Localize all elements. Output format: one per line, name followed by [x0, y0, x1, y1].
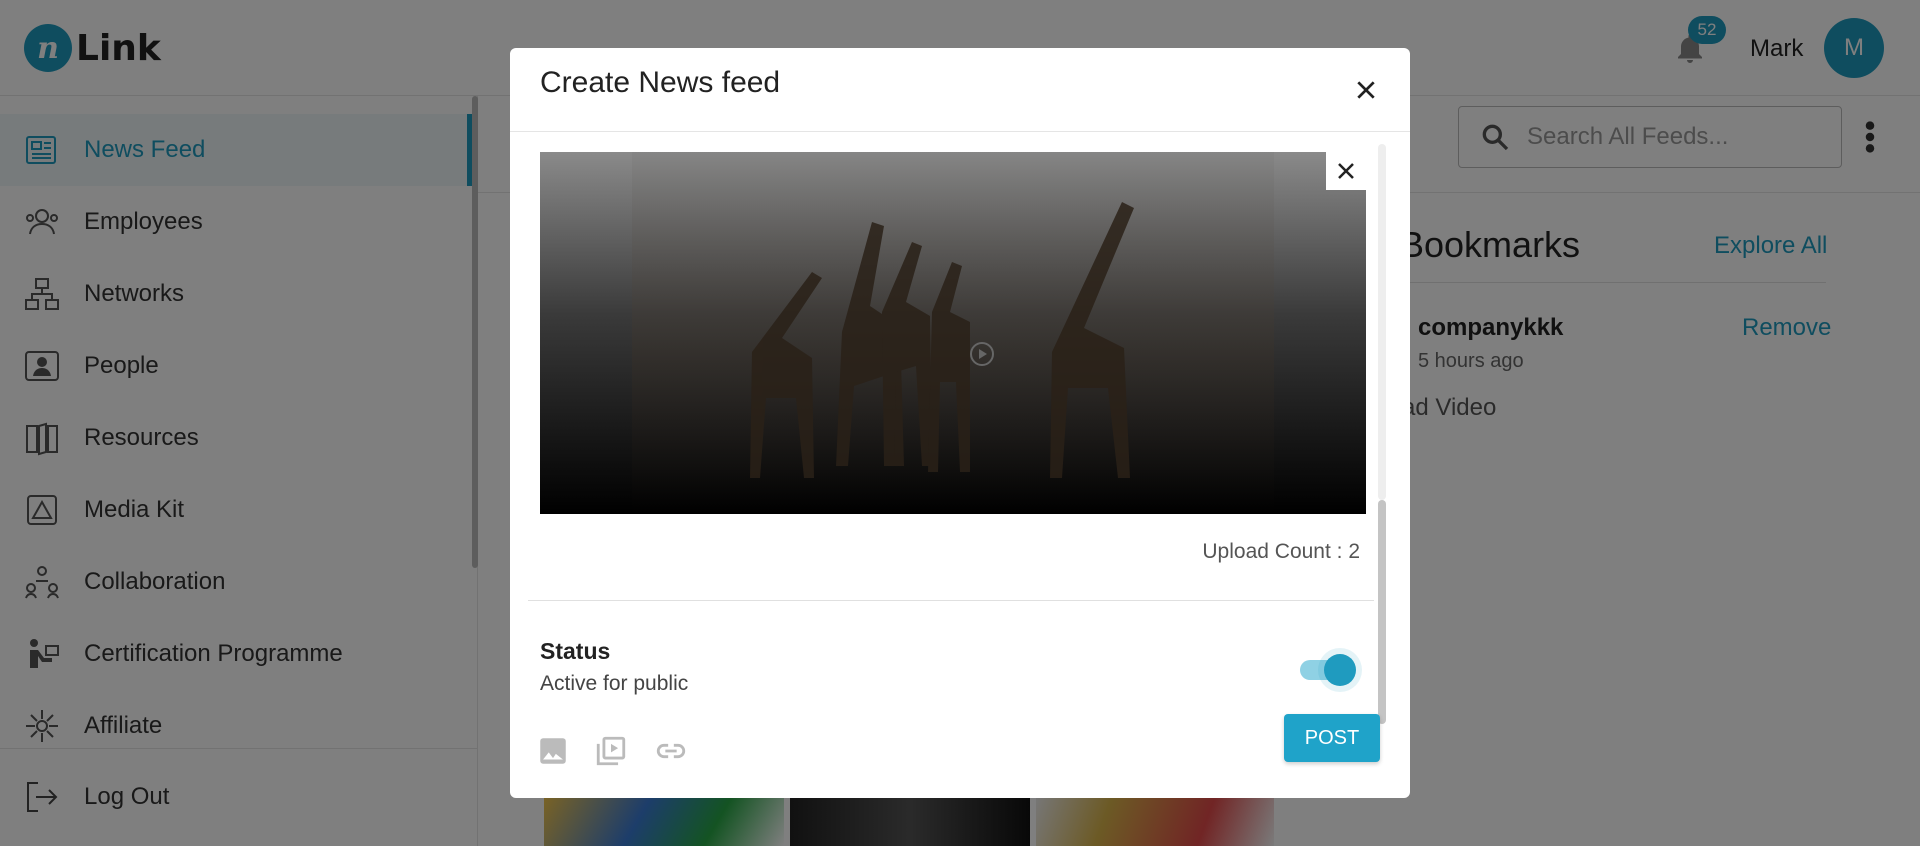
close-icon: [1357, 81, 1375, 99]
status-toggle[interactable]: [1296, 648, 1356, 688]
image-icon[interactable]: [536, 734, 570, 768]
play-icon[interactable]: [968, 340, 996, 368]
status-title: Status: [540, 638, 611, 664]
toggle-thumb: [1324, 654, 1356, 686]
body-divider: [528, 600, 1374, 601]
upload-count: Upload Count : 2: [1202, 540, 1360, 563]
link-icon[interactable]: [654, 734, 688, 768]
modal-scrollbar[interactable]: [1378, 500, 1386, 724]
modal-header: Create News feed: [510, 48, 1410, 132]
modal-footer: POST: [510, 714, 1410, 798]
status-subtitle: Active for public: [540, 672, 689, 695]
giraffes-silhouette: [750, 202, 1134, 478]
video-library-icon[interactable]: [594, 734, 628, 768]
remove-video-button[interactable]: [1326, 152, 1366, 190]
create-news-feed-modal: Create News feed Upload Count : 2 Status…: [510, 48, 1410, 798]
modal-body: Upload Count : 2 Status Active for publi…: [510, 132, 1410, 740]
modal-close-button[interactable]: [1346, 70, 1386, 110]
close-icon: [1338, 163, 1354, 179]
video-preview[interactable]: [540, 152, 1366, 514]
modal-scrollbar-track: [1378, 144, 1386, 500]
modal-title: Create News feed: [540, 66, 781, 99]
post-button[interactable]: POST: [1284, 714, 1380, 762]
